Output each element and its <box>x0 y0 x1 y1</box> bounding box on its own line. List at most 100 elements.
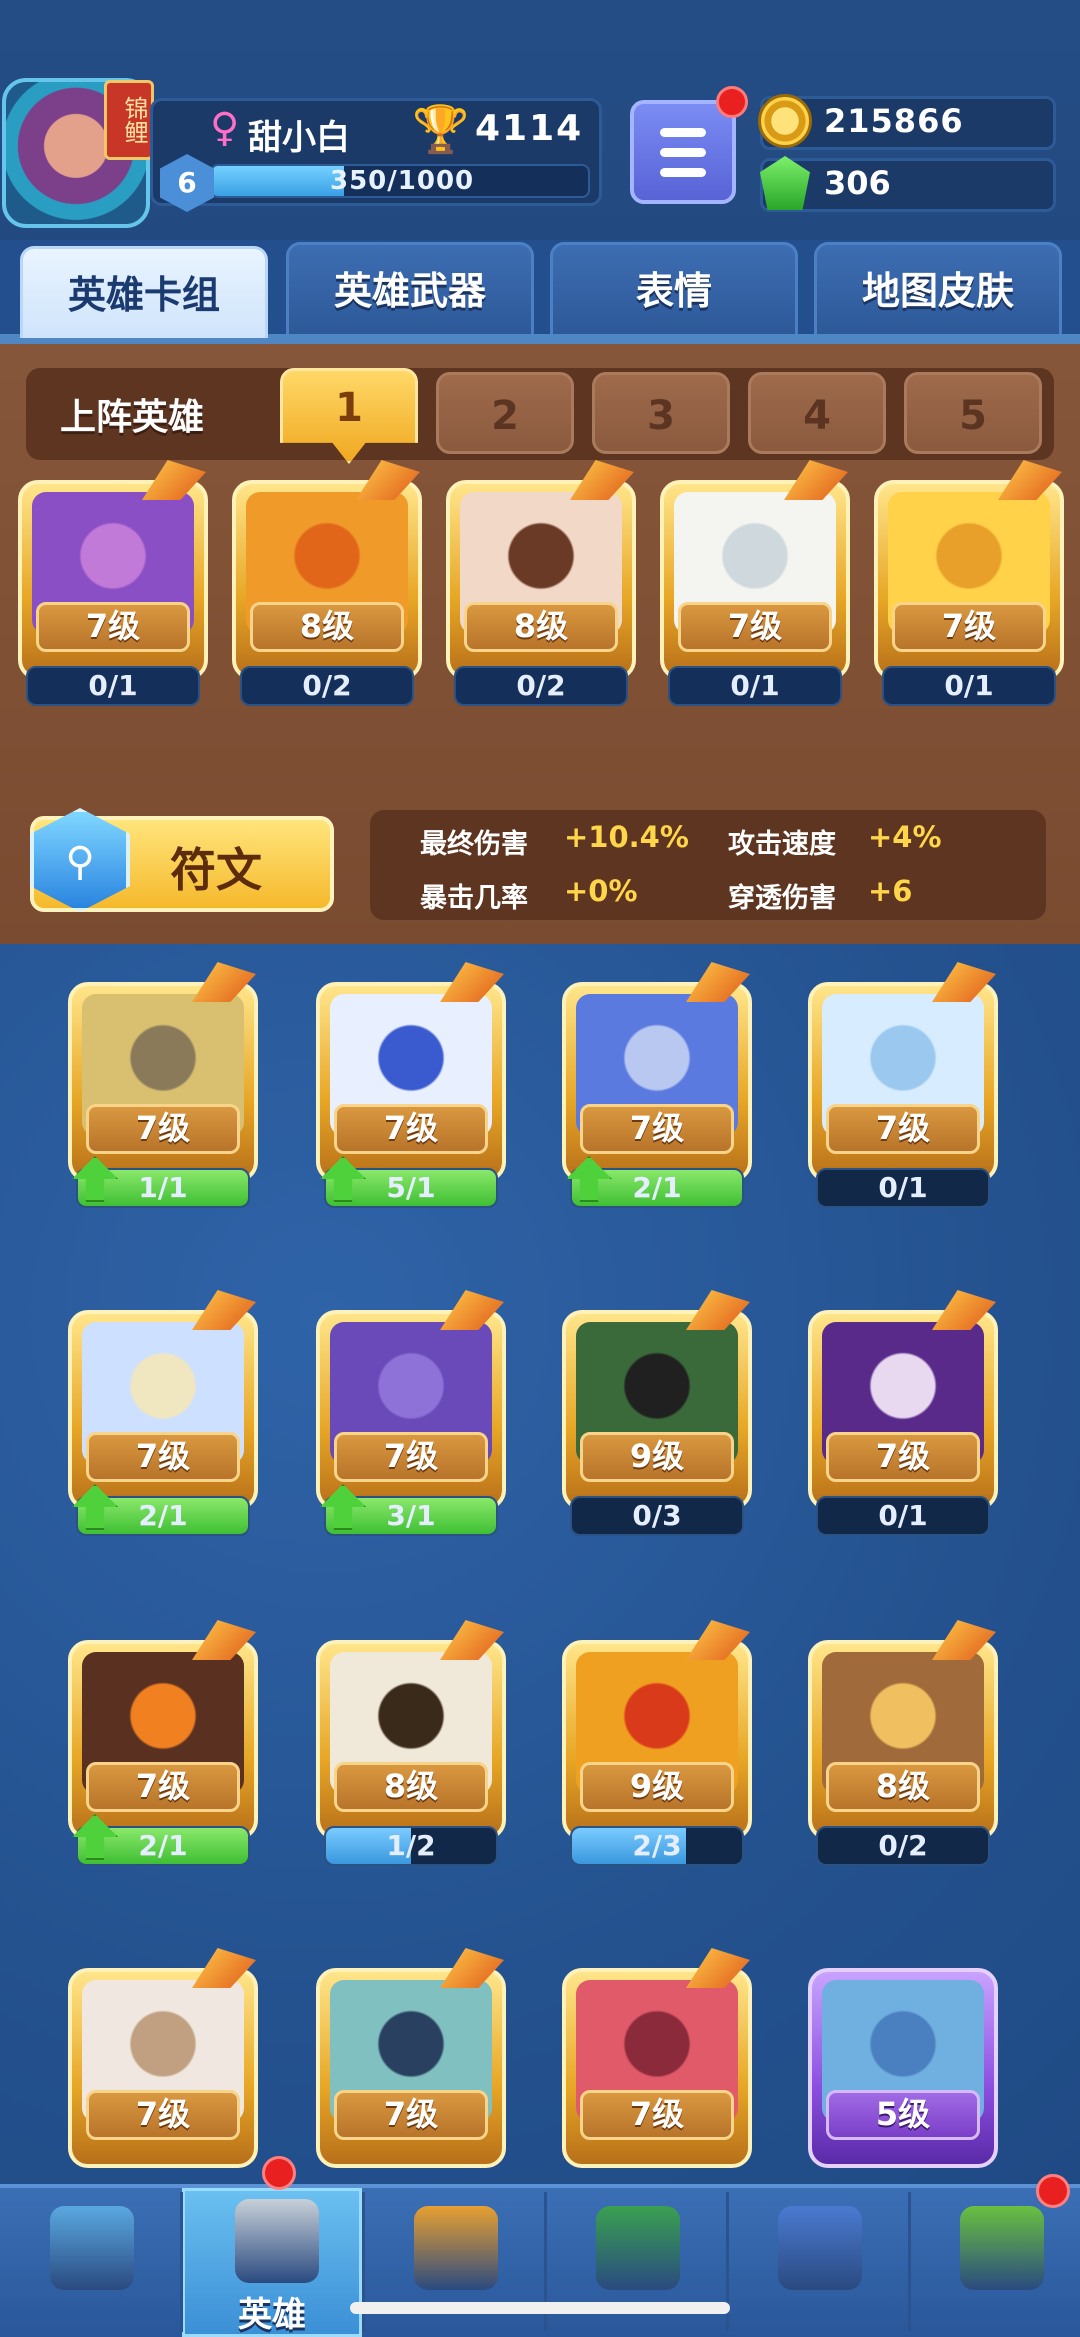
stat-label: 最终伤害 <box>420 829 528 860</box>
hero-card-progress: 0/2 <box>816 1826 990 1866</box>
hero-level: 7级 <box>678 602 832 652</box>
hero-card[interactable]: 7级 5/1 <box>316 962 506 1208</box>
hero-card-progress: 2/3 <box>570 1826 744 1866</box>
nav-crown-shield[interactable] <box>546 2188 726 2337</box>
hero-card[interactable]: 7级 0/1 <box>808 1290 998 1536</box>
hero-level: 7级 <box>86 2090 240 2140</box>
hero-card[interactable]: 5级 <box>808 1948 998 2192</box>
hero-card[interactable]: 7级 2/1 <box>562 962 752 1208</box>
stat-value: +10.4% <box>564 820 689 854</box>
hero-level: 7级 <box>892 602 1046 652</box>
nav-divider <box>180 2192 183 2332</box>
tab-hero-deck[interactable]: 英雄卡组 <box>20 246 268 338</box>
female-icon: ♀ <box>210 105 240 151</box>
rune-symbol-icon: ⚲ <box>65 839 95 885</box>
hero-card-count: 0/1 <box>88 669 138 702</box>
deck-hero-card[interactable]: 8级 0/2 <box>232 460 422 706</box>
hero-level: 9级 <box>580 1762 734 1812</box>
nav-treasure-chest[interactable] <box>0 2188 180 2337</box>
hero-card-progress: 0/1 <box>668 666 842 706</box>
stat-value: +6 <box>868 874 913 908</box>
coin-icon <box>758 94 812 148</box>
stat-label: 穿透伤害 <box>728 883 836 914</box>
nav-friends-banner[interactable] <box>728 2188 908 2337</box>
menu-line <box>660 148 706 157</box>
hero-level: 7级 <box>826 1104 980 1154</box>
hero-card[interactable]: 9级 2/3 <box>562 1620 752 1866</box>
hero-level: 7级 <box>580 2090 734 2140</box>
xp-text: 350/1000 <box>330 166 475 196</box>
hero-level: 7级 <box>334 1432 488 1482</box>
friends-banner-icon <box>778 2206 862 2290</box>
avatar-badge: 锦鲤 <box>104 80 154 160</box>
hero-card[interactable]: 8级 1/2 <box>316 1620 506 1866</box>
nav-divider <box>908 2192 911 2332</box>
hero-card[interactable]: 8级 0/2 <box>808 1620 998 1866</box>
notification-dot <box>716 86 748 118</box>
hero-card-progress: 0/1 <box>882 666 1056 706</box>
hero-level: 7级 <box>86 1104 240 1154</box>
hero-card[interactable]: 7级 1/1 <box>68 962 258 1208</box>
hero-card[interactable]: 7级 2/1 <box>68 1620 258 1866</box>
deck-slot-5[interactable]: 5 <box>904 372 1042 454</box>
coin-count: 215866 <box>824 102 964 140</box>
treasure-chest-icon <box>50 2206 134 2290</box>
nav-sprout-island[interactable] <box>910 2188 1080 2337</box>
stat-label: 暴击几率 <box>420 883 528 914</box>
deck-hero-card[interactable]: 8级 0/2 <box>446 460 636 706</box>
deck-label: 上阵英雄 <box>60 397 205 438</box>
hero-card-count: 0/2 <box>516 669 566 702</box>
hero-level: 7级 <box>334 1104 488 1154</box>
deck-hero-card[interactable]: 7级 0/1 <box>874 460 1064 706</box>
hero-card[interactable]: 7级 <box>562 1948 752 2192</box>
stat-value: +4% <box>868 820 942 854</box>
menu-line <box>660 128 706 137</box>
deck-slot-3[interactable]: 3 <box>592 372 730 454</box>
deck-slot-4[interactable]: 4 <box>748 372 886 454</box>
hero-card[interactable]: 7级 0/1 <box>808 962 998 1208</box>
hero-card-progress: 0/1 <box>816 1168 990 1208</box>
hero-card-count: 0/1 <box>730 669 780 702</box>
menu-line <box>660 168 706 177</box>
hero-level: 7级 <box>86 1762 240 1812</box>
hero-card-count: 1/1 <box>138 1171 188 1204</box>
tab-emotes[interactable]: 表情 <box>550 242 798 334</box>
nav-knight-helmet[interactable]: 英雄 <box>182 2188 362 2337</box>
hero-card[interactable]: 7级 3/1 <box>316 1290 506 1536</box>
hero-card-count: 0/1 <box>878 1499 928 1532</box>
hero-card-count: 0/1 <box>878 1171 928 1204</box>
hero-level: 7级 <box>334 2090 488 2140</box>
deck-hero-card[interactable]: 7级 0/1 <box>18 460 208 706</box>
hero-level: 8级 <box>334 1762 488 1812</box>
stat-value: +0% <box>564 874 638 908</box>
menu-button[interactable] <box>630 100 736 204</box>
hero-card[interactable]: 7级 2/1 <box>68 1290 258 1536</box>
hero-level: 8级 <box>250 602 404 652</box>
hero-card-progress: 0/2 <box>240 666 414 706</box>
sprout-island-icon <box>960 2206 1044 2290</box>
hero-card-count: 2/1 <box>632 1171 682 1204</box>
tab-hero-weapons[interactable]: 英雄武器 <box>286 242 534 334</box>
hero-card-count: 0/3 <box>632 1499 682 1532</box>
deck-slot-2[interactable]: 2 <box>436 372 574 454</box>
hero-card-count: 5/1 <box>386 1171 436 1204</box>
trophy-icon: 🏆 <box>412 102 470 156</box>
gem-count: 306 <box>824 164 891 202</box>
hero-card[interactable]: 7级 <box>68 1948 258 2192</box>
notification-dot <box>262 2156 296 2190</box>
hero-card[interactable]: 7级 <box>316 1948 506 2192</box>
hero-card-progress: 0/3 <box>570 1496 744 1536</box>
knight-helmet-icon <box>235 2199 319 2283</box>
nav-crossed-swords[interactable] <box>364 2188 544 2337</box>
hero-level: 7级 <box>826 1432 980 1482</box>
deck-hero-card[interactable]: 7级 0/1 <box>660 460 850 706</box>
hero-card-count: 0/1 <box>944 669 994 702</box>
hero-card-count: 2/3 <box>632 1829 682 1862</box>
notification-dot <box>1036 2174 1070 2208</box>
hero-card-count: 2/1 <box>138 1829 188 1862</box>
hero-card-progress: 0/1 <box>816 1496 990 1536</box>
home-indicator[interactable] <box>350 2302 730 2314</box>
hero-card[interactable]: 9级 0/3 <box>562 1290 752 1536</box>
tab-map-skins[interactable]: 地图皮肤 <box>814 242 1062 334</box>
hero-card-progress: 1/2 <box>324 1826 498 1866</box>
